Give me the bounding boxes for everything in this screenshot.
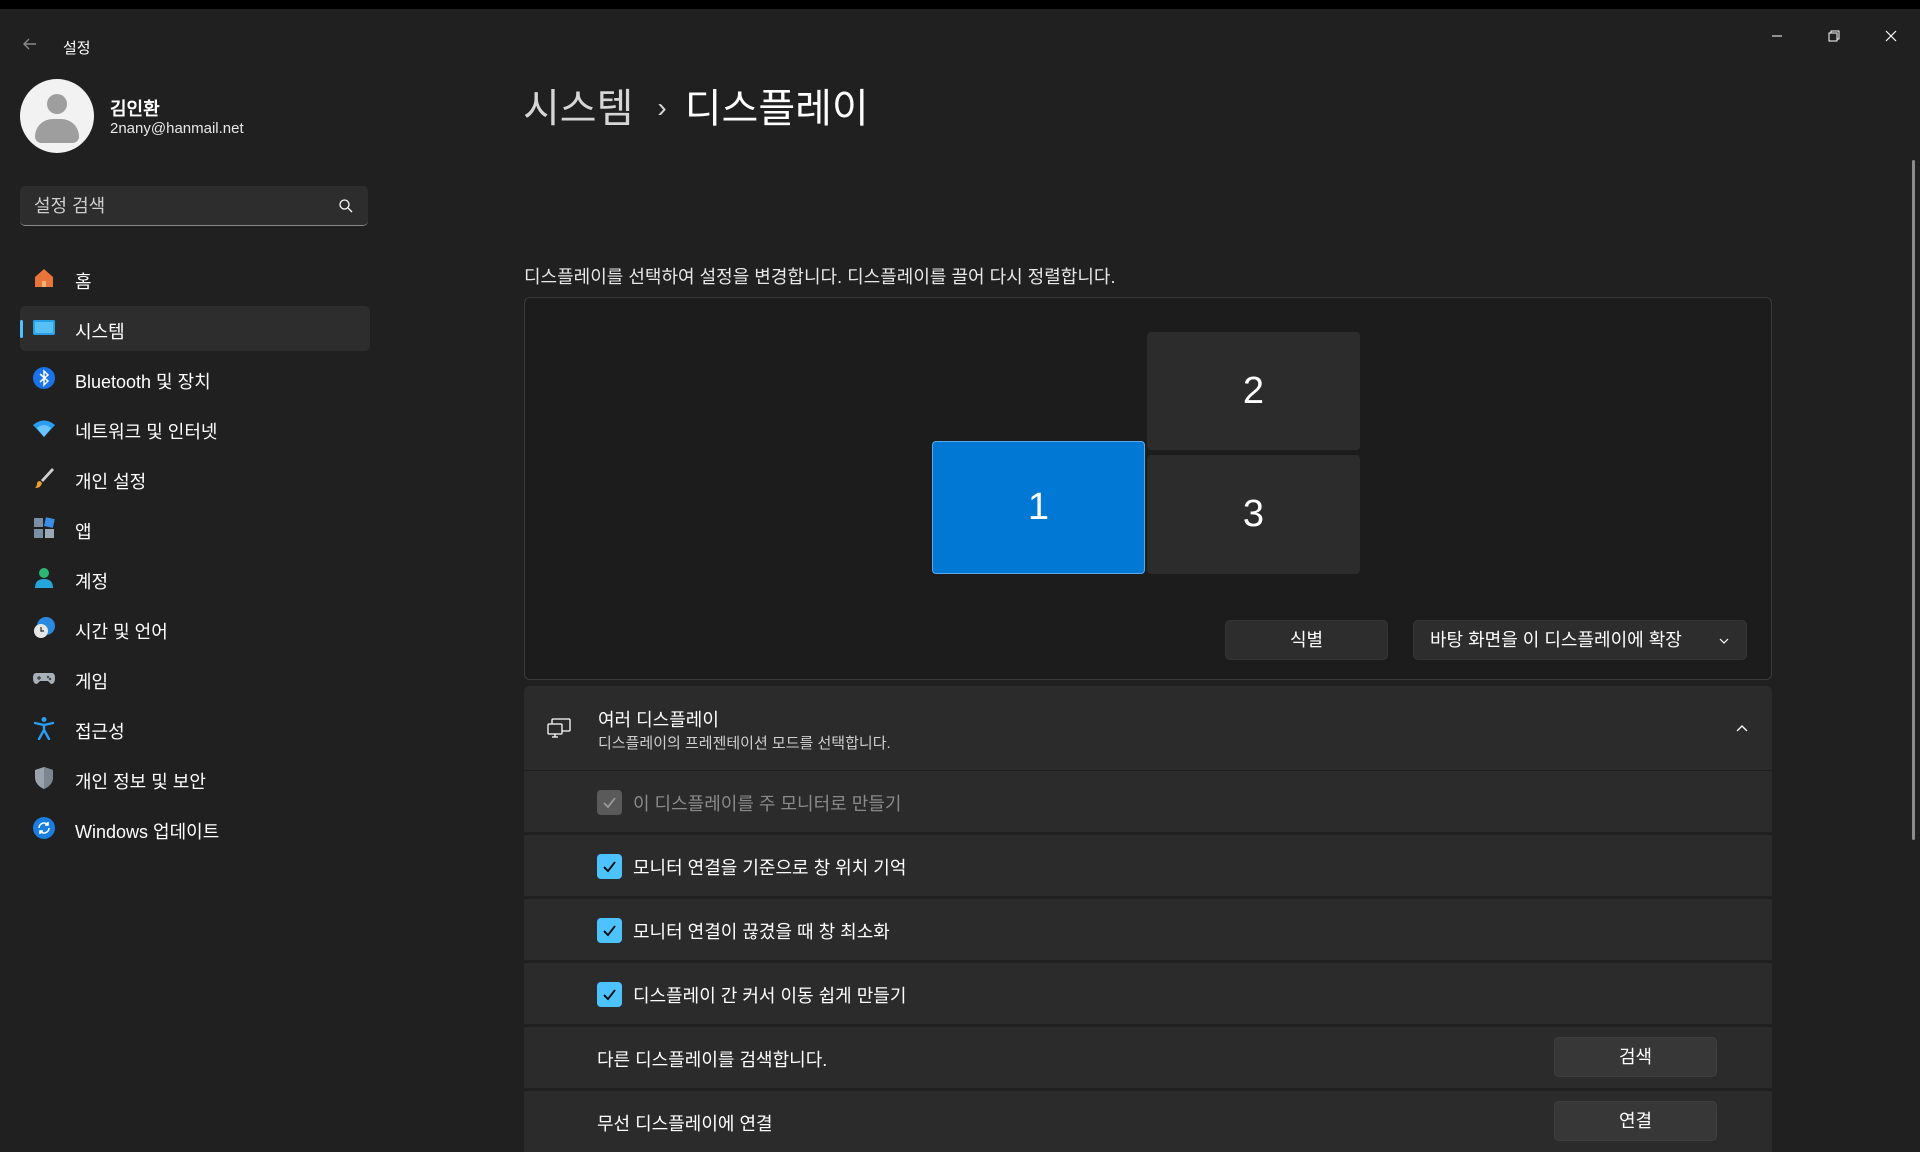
display-arrange-hint: 디스플레이를 선택하여 설정을 변경합니다. 디스플레이를 끌어 다시 정렬합니…: [524, 267, 1116, 287]
breadcrumb: 시스템 › 디스플레이: [523, 76, 869, 134]
back-arrow-icon[interactable]: [14, 29, 46, 61]
system-monitor-icon: [33, 320, 55, 335]
sidebar-item-label: 시스템: [75, 322, 125, 342]
top-strip: [0, 0, 1920, 9]
user-name: 김인환: [110, 99, 160, 119]
clock-globe-icon: [34, 617, 55, 638]
settings-search-box: [20, 186, 368, 226]
option-row-main-display: 이 디스플레이를 주 모니터로 만들기: [524, 770, 1772, 832]
connect-button[interactable]: 연결: [1554, 1101, 1717, 1141]
wireless-display-row: 무선 디스플레이에 연결 연결: [524, 1090, 1772, 1152]
main-display-label: 이 디스플레이를 주 모니터로 만들기: [633, 794, 902, 814]
sidebar-item-system[interactable]: 시스템: [20, 306, 370, 351]
chevron-down-icon: [1719, 638, 1729, 644]
minimize-windows-label[interactable]: 모니터 연결이 끊겼을 때 창 최소화: [633, 918, 890, 944]
cursor-move-checkbox[interactable]: [597, 982, 622, 1007]
update-icon: [33, 817, 55, 839]
sidebar-item-gaming[interactable]: 게임: [20, 656, 370, 701]
account-icon: [35, 568, 53, 588]
sidebar-item-label: 홈: [75, 272, 92, 292]
bluetooth-icon: [33, 367, 55, 389]
sidebar-item-accounts[interactable]: 계정: [20, 556, 370, 601]
monitor-1[interactable]: 1: [932, 441, 1145, 574]
apps-icon: [34, 517, 55, 538]
option-row-minimize-windows: 모니터 연결이 끊겼을 때 창 최소화: [524, 898, 1772, 960]
close-button[interactable]: [1862, 18, 1919, 58]
checkmark-icon: [603, 925, 616, 937]
detect-displays-label: 다른 디스플레이를 검색합니다.: [597, 1050, 828, 1070]
search-input[interactable]: [32, 192, 336, 220]
sidebar-item-network[interactable]: 네트워크 및 인터넷: [20, 406, 370, 451]
display-mode-dropdown[interactable]: 바탕 화면을 이 디스플레이에 확장: [1413, 620, 1747, 660]
checkmark-icon: [603, 861, 616, 873]
paintbrush-icon: [35, 468, 54, 488]
sidebar-item-label: 계정: [75, 572, 109, 592]
multiple-displays-icon: [547, 718, 571, 738]
chevron-up-icon[interactable]: [1734, 720, 1750, 736]
avatar: [20, 79, 94, 153]
sidebar-item-label: 시간 및 언어: [75, 622, 168, 642]
sidebar-item-time-language[interactable]: 시간 및 언어: [20, 606, 370, 651]
sidebar-item-windows-update[interactable]: Windows 업데이트: [20, 806, 370, 851]
sidebar-item-bluetooth[interactable]: Bluetooth 및 장치: [20, 356, 370, 401]
remember-window-checkbox[interactable]: [597, 854, 622, 879]
multiple-displays-subtitle: 디스플레이의 프레젠테이션 모드를 선택합니다.: [598, 735, 891, 752]
remember-window-label[interactable]: 모니터 연결을 기준으로 창 위치 기억: [633, 854, 906, 880]
checkmark-icon: [603, 989, 616, 1001]
breadcrumb-separator: ›: [657, 92, 667, 123]
home-icon: [35, 269, 53, 287]
page-title: 디스플레이: [684, 87, 869, 131]
minimize-windows-checkbox[interactable]: [597, 918, 622, 943]
sidebar-item-home[interactable]: 홈: [20, 256, 370, 301]
main-display-checkbox: [597, 790, 622, 815]
app-title: 설정: [63, 40, 91, 57]
restore-button[interactable]: [1805, 18, 1862, 58]
display-arrangement-panel: 1 2 3 식별 바탕 화면을 이 디스플레이에 확장: [524, 297, 1772, 680]
search-icon[interactable]: [338, 198, 354, 214]
option-row-cursor-move: 디스플레이 간 커서 이동 쉽게 만들기: [524, 962, 1772, 1024]
sidebar-item-label: 접근성: [75, 722, 125, 742]
cursor-move-label[interactable]: 디스플레이 간 커서 이동 쉽게 만들기: [633, 982, 906, 1008]
sidebar-item-label: Windows 업데이트: [75, 822, 220, 842]
title-bar: 설정: [0, 9, 1920, 67]
wifi-icon: [33, 420, 55, 437]
user-profile[interactable]: 김인환 2nany@hanmail.net: [20, 78, 370, 154]
sidebar-nav: 홈 시스템 Bluetooth 및 장치 네트워크 및 인터넷 개인 설정 앱 …: [20, 256, 370, 856]
option-row-remember-window: 모니터 연결을 기준으로 창 위치 기억: [524, 834, 1772, 896]
gamepad-icon: [33, 673, 55, 684]
identify-button[interactable]: 식별: [1225, 620, 1388, 660]
accessibility-icon: [33, 717, 55, 740]
checkmark-icon: [603, 797, 616, 809]
sidebar-item-label: 게임: [75, 672, 109, 692]
sidebar-item-personalization[interactable]: 개인 설정: [20, 456, 370, 501]
detect-displays-row: 다른 디스플레이를 검색합니다. 검색: [524, 1026, 1772, 1088]
wireless-display-label: 무선 디스플레이에 연결: [597, 1114, 773, 1134]
shield-icon: [35, 767, 53, 789]
sidebar-item-label: Bluetooth 및 장치: [75, 372, 211, 392]
sidebar-item-label: 개인 설정: [75, 472, 147, 492]
display-mode-value: 바탕 화면을 이 디스플레이에 확장: [1430, 630, 1682, 650]
multiple-displays-header[interactable]: 여러 디스플레이 디스플레이의 프레젠테이션 모드를 선택합니다.: [524, 686, 1772, 770]
monitor-2[interactable]: 2: [1147, 332, 1360, 450]
user-email: 2nany@hanmail.net: [110, 120, 244, 137]
multiple-displays-title: 여러 디스플레이: [598, 710, 719, 730]
sidebar-item-label: 네트워크 및 인터넷: [75, 422, 218, 442]
minimize-button[interactable]: [1748, 18, 1805, 58]
sidebar-item-privacy[interactable]: 개인 정보 및 보안: [20, 756, 370, 801]
sidebar-item-label: 개인 정보 및 보안: [75, 772, 206, 792]
sidebar-item-apps[interactable]: 앱: [20, 506, 370, 551]
breadcrumb-parent[interactable]: 시스템: [523, 87, 633, 131]
sidebar-item-label: 앱: [75, 522, 92, 542]
sidebar-item-accessibility[interactable]: 접근성: [20, 706, 370, 751]
detect-button[interactable]: 검색: [1554, 1037, 1717, 1077]
scrollbar[interactable]: [1912, 160, 1915, 840]
monitor-3[interactable]: 3: [1147, 455, 1360, 574]
